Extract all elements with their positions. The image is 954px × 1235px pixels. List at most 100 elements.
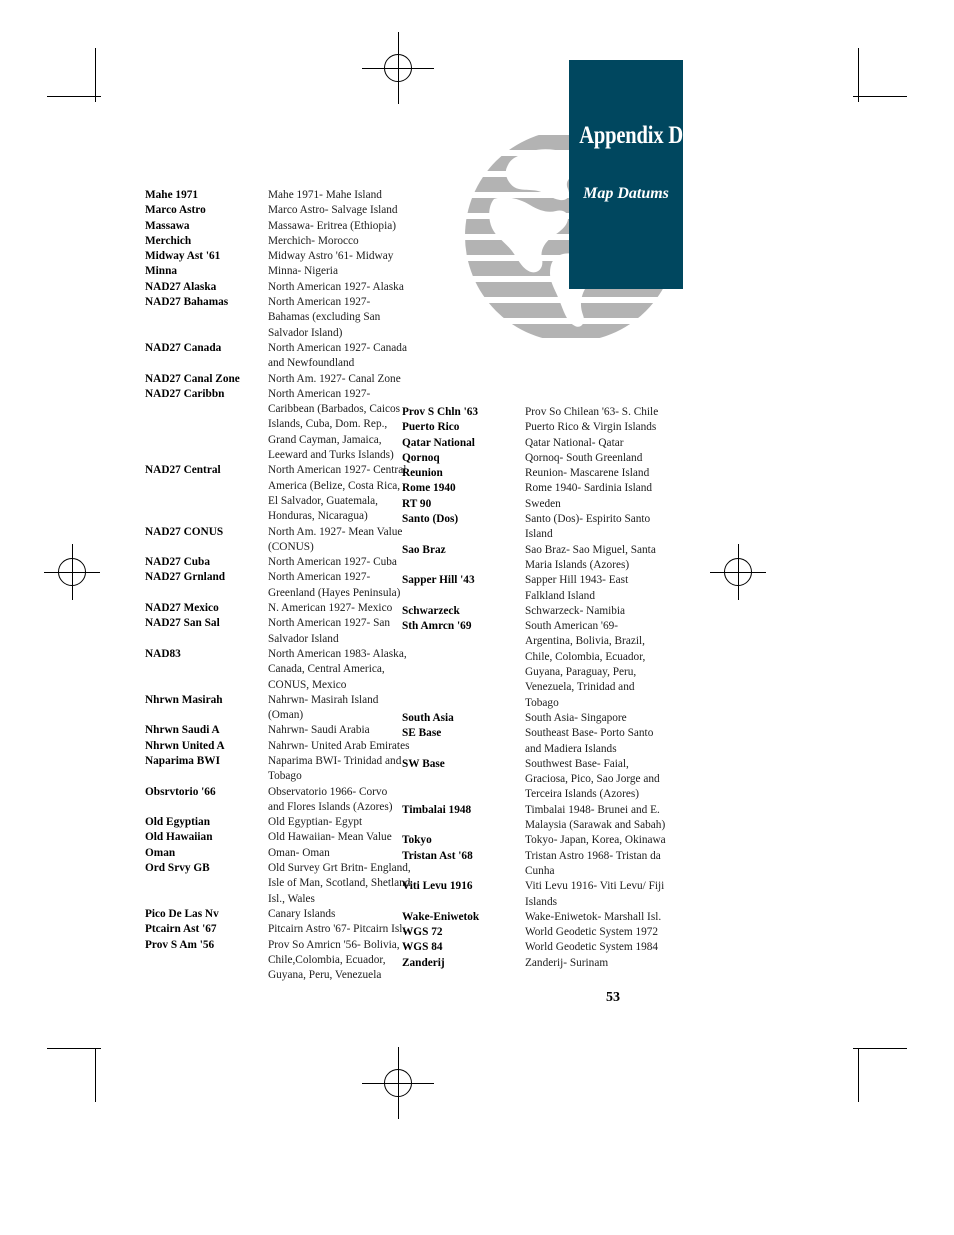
datum-definition: North American 1927- Central America (Bel… [268,463,407,524]
datum-definition-line: Qatar National- Qatar [525,436,624,449]
datum-definition: North American 1927- Greenland (Hayes Pen… [268,570,400,601]
datum-term: Mahe 1971 [145,189,199,201]
datum-definition: North Am. 1927- Canal Zone [268,372,401,387]
datum-definition: Zanderij- Surinam [525,956,652,971]
datum-definition-line: Puerto Rico & Virgin Islands [525,421,657,434]
datum-definition-line: North American 1927- [268,296,371,309]
datum-definition-line: North American 1927- Canada [268,341,407,354]
datum-term: WGS 84 [402,941,443,954]
registration-target-right [702,536,774,608]
datum-definition-line: Midway Astro '61- Midway [268,250,394,263]
page-title: Appendix D [579,122,684,149]
datum-row: NAD27 Alaska North American 1927- Alaska [145,280,404,295]
datum-row: Ord Srvy GB Old Survey Grt Britn- England… [145,861,411,907]
crop-mark-bottom-right-horizontal [853,1048,907,1049]
datum-definition-line: Old Egyptian- Egypt [268,816,363,829]
datum-definition-line: North American 1927- [268,387,371,400]
datum-definition-line: World Geodetic System 1984 [525,941,659,954]
datum-definition-line: Tristan Astro 1968- Tristan da [525,849,661,862]
datum-term: Sth Amrcn '69 [402,620,472,633]
datum-definition: Qornoq- South Greenland [525,451,652,466]
datum-definition-line: Minna- Nigeria [268,265,338,278]
datum-definition-line: Nahrwn- United Arab Emirates [268,739,410,752]
datum-definition-line: World Geodetic System 1972 [525,926,659,939]
datum-row: Nhrwn United A Nahrwn- United Arab Emirat… [145,739,410,754]
datum-row: Wake-Eniwetok Wake-Eniwetok- Marshall Isl… [402,910,661,925]
datum-definition-line: Massawa- Eritrea (Ethiopia) [268,219,396,232]
datum-definition: Viti Levu 1916- Viti Levu/ Fiji Islands [525,879,664,910]
datum-term: Qornoq [402,451,440,464]
datum-term: NAD27 Bahamas [145,296,229,309]
crop-mark-top-right-horizontal [853,96,907,97]
datum-term: Nhrwn Masirah [145,693,223,706]
datum-definition: Qatar National- Qatar [525,436,652,451]
datum-term: Nhrwn Saudi A [145,724,220,737]
datum-definition-line: North American 1927- [268,571,371,584]
datum-definition: Pitcairn Astro '67- Pitcairn Isl. [268,922,406,937]
datum-row: Sapper Hill '43 Sapper Hill 1943- East Fal… [402,573,652,604]
datum-definition-line: and Flores Islands (Azores) [268,800,393,813]
datum-row: Schwarzeck Schwarzeck- Namibia [402,604,652,619]
datum-definition: Southeast Base- Porto Santo and Madiera I… [525,726,653,757]
appendix-title-block: Appendix D Map Datums [569,60,683,289]
datum-definition: Canary Islands [268,907,395,922]
datum-row: NAD27 Grnland North American 1927- Greenla… [145,570,400,601]
datum-term: Ptcairn Ast '67 [145,923,217,936]
datum-row: Sao Braz Sao Braz- Sao Miguel, Santa Maria… [402,543,656,574]
datum-row: Midway Ast '61 Midway Astro '61- Midway [145,249,395,264]
datum-row: Obsrvtorio '66 Observatorio 1966- Corvo an… [145,785,395,816]
datum-definition-line: Nahrwn- Masirah Island [268,693,379,706]
datum-term: Ord Srvy GB [145,862,210,875]
datum-definition-line: Isle of Man, Scotland, Shetland [268,877,411,890]
datum-term: NAD27 Grnland [145,571,226,584]
datum-definition-line: North American 1927- Central [268,464,407,477]
datum-term: Schwarzeck [402,604,460,617]
datum-definition: North American 1927- Caribbean (Barbados,… [268,387,400,463]
datum-definition: Tristan Astro 1968- Tristan da Cunha [525,849,661,880]
datum-row: Merchich Merchich- Morocco [145,234,395,249]
datum-definition-line: Honduras, Nicaragua) [268,510,368,523]
registration-ring [384,54,412,82]
datum-definition-line: and Newfoundland [268,357,355,370]
datum-definition-line: Canary Islands [268,907,336,920]
datum-definition: Minna- Nigeria [268,264,395,279]
datum-definition-line: N. American 1927- Mexico [268,602,393,615]
crop-mark-bottom-left-vertical [95,1048,96,1102]
datum-term: South Asia [402,711,454,724]
datum-definition-line: Southwest Base- Faial, [525,757,629,770]
datum-row: NAD27 Mexico N. American 1927- Mexico [145,601,395,616]
datum-row: Qatar National Qatar National- Qatar [402,436,652,451]
datum-list-left-column: Mahe 1971 Mahe 1971- Mahe Island Marco Ast… [145,188,411,984]
datum-definition: Wake-Eniwetok- Marshall Isl. [525,910,661,925]
datum-term: Oman [145,846,176,859]
datum-definition-line: Tobago [525,696,559,709]
datum-row: NAD27 Caribbn North American 1927- Caribbe… [145,387,400,463]
datum-definition-line: Chile, Colombia, Ecuador, [525,650,646,663]
datum-definition-line: America (Belize, Costa Rica, [268,479,401,492]
datum-list-right-column: Prov S Chln '63 Prov So Chilean '63- S. C… [402,405,666,971]
datum-row: Nhrwn Saudi A Nahrwn- Saudi Arabia [145,723,395,738]
datum-definition-line: (Oman) [268,709,304,722]
datum-row: RT 90 Sweden [402,497,652,512]
datum-row: Ptcairn Ast '67 Pitcairn Astro '67- Pitca… [145,922,406,937]
datum-definition: Rome 1940- Sardinia Island [525,481,652,496]
registration-target-left [36,536,108,608]
datum-term: Reunion [402,467,443,480]
datum-term: RT 90 [402,497,432,510]
datum-definition: World Geodetic System 1984 [525,940,659,955]
datum-definition-line: Pitcairn Astro '67- Pitcairn Isl. [268,923,406,936]
datum-definition: North American 1927- Canada and Newfoundl… [268,341,407,372]
datum-term: Nhrwn United A [145,739,225,752]
datum-row: Prov S Chln '63 Prov So Chilean '63- S. C… [402,405,658,420]
datum-definition: World Geodetic System 1972 [525,925,659,940]
datum-term: Sapper Hill '43 [402,574,475,587]
datum-definition: North American 1983- Alaska, Canada, Cent… [268,647,407,693]
datum-row: NAD27 Canada North American 1927- Canada a… [145,341,407,372]
datum-definition-line: (CONUS) [268,540,314,553]
crop-mark-top-right-vertical [858,48,859,102]
datum-term: Minna [145,265,178,278]
datum-row: Pico De Las Nv Canary Islands [145,907,395,922]
datum-definition: North American 1927- San Salvador Island [268,616,395,647]
datum-term: WGS 72 [402,926,443,939]
datum-definition: Prov So Amricn '56- Bolivia, Chile,Colomb… [268,938,400,984]
